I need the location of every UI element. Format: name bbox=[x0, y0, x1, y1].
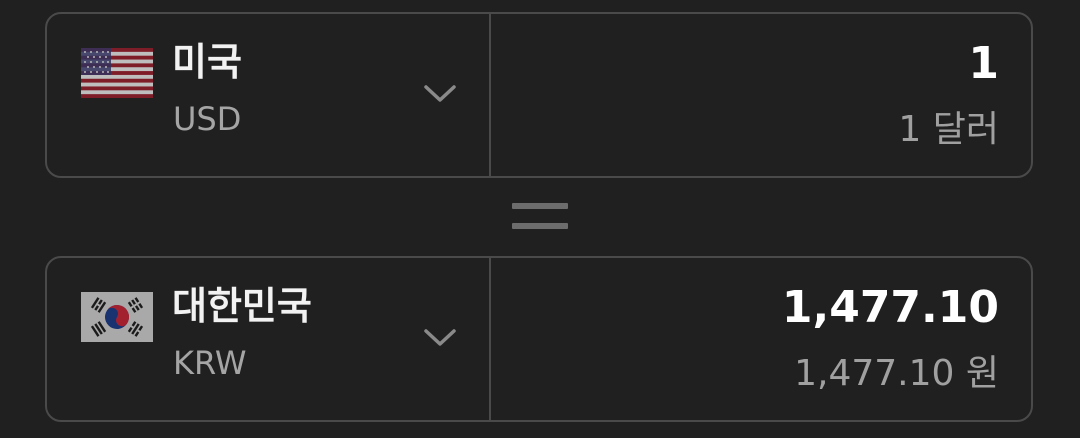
to-amount-value[interactable]: 1,477.10 bbox=[782, 283, 999, 332]
from-amount-panel[interactable]: 1 1 달러 bbox=[491, 14, 1031, 176]
from-currency-code: USD bbox=[173, 100, 242, 138]
chevron-down-icon bbox=[424, 328, 456, 348]
chevron-down-icon bbox=[424, 84, 456, 104]
from-amount-input[interactable]: 1 bbox=[968, 39, 999, 88]
kr-flag-icon bbox=[81, 292, 153, 342]
to-country-name: 대한민국 bbox=[172, 284, 312, 328]
us-flag-icon bbox=[81, 48, 153, 98]
to-amount-panel[interactable]: 1,477.10 1,477.10 원 bbox=[491, 258, 1031, 420]
from-currency-selector[interactable]: 미국 USD bbox=[47, 14, 491, 176]
from-amount-text: 1 달러 bbox=[898, 109, 999, 150]
equals-icon bbox=[512, 203, 568, 229]
from-country-name: 미국 bbox=[172, 40, 242, 84]
to-currency-code: KRW bbox=[173, 344, 247, 382]
from-currency-card: 미국 USD 1 1 달러 bbox=[45, 12, 1033, 178]
to-currency-selector[interactable]: 대한민국 KRW bbox=[47, 258, 491, 420]
to-currency-card: 대한민국 KRW 1,477.10 1,477.10 원 bbox=[45, 256, 1033, 422]
currency-converter: 미국 USD 1 1 달러 대한민국 KRW 1,477.10 1,477.10… bbox=[0, 0, 1080, 438]
to-amount-text: 1,477.10 원 bbox=[794, 353, 999, 394]
